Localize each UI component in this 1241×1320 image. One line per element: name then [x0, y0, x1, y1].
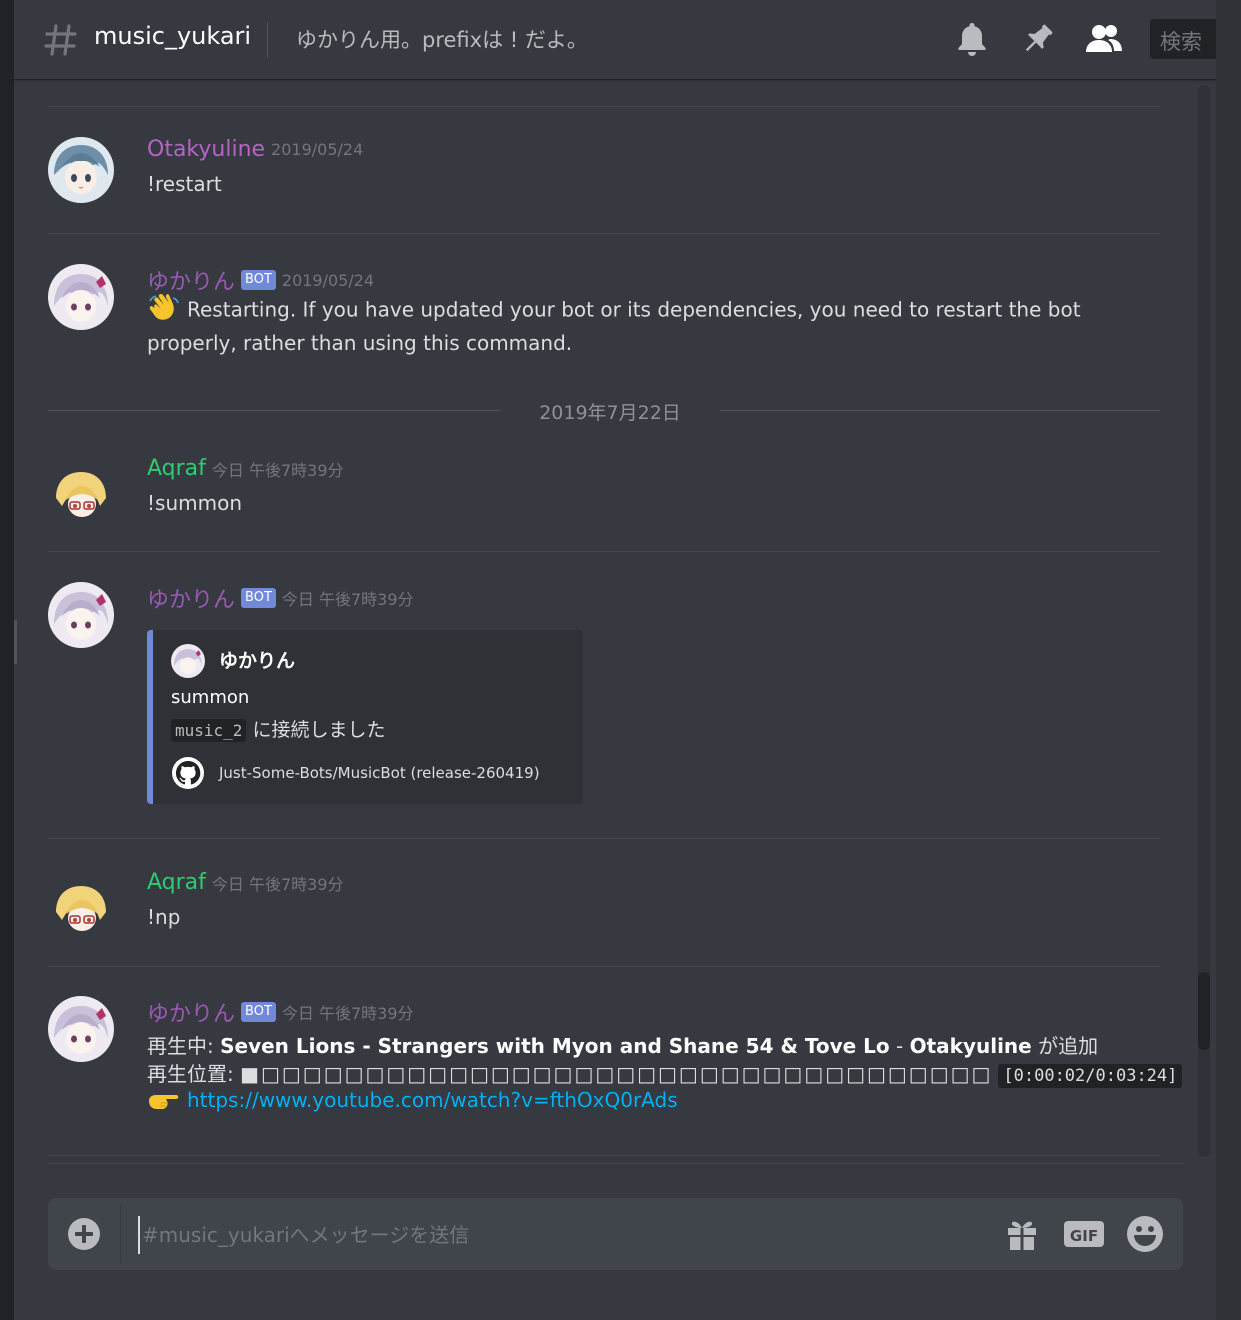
avatar[interactable]	[48, 264, 114, 330]
right-edge-panel	[1216, 0, 1241, 1320]
message-separator	[48, 966, 1160, 967]
progress-bar: ■□□□□□□□□□□□□□□□□□□□□□□□□□□□□□□□□□□□	[240, 1062, 993, 1086]
message-content: !summon	[147, 491, 242, 515]
emoji-icon[interactable]	[1125, 1214, 1165, 1254]
message-separator	[48, 1155, 1160, 1156]
bell-icon[interactable]	[954, 20, 990, 58]
embed: ゆかりん summon music_2 に接続しました Just-Some-Bo…	[147, 630, 583, 804]
message-content: Restarting. If you have updated your bot…	[147, 294, 1127, 359]
channel-name: music_yukari	[94, 22, 252, 50]
embed-author-avatar	[171, 644, 205, 678]
pin-icon[interactable]	[1020, 20, 1056, 58]
message-header: Otakyuline 2019/05/24	[147, 137, 363, 162]
date-divider-label: 2019年7月22日	[539, 402, 681, 424]
message-header: Aqraf 今日 午後7時39分	[147, 456, 344, 481]
message-content: !restart	[147, 172, 222, 196]
playback-position-line: 再生位置: ■□□□□□□□□□□□□□□□□□□□□□□□□□□□□□□□□□…	[147, 1058, 1183, 1088]
date-divider-line	[48, 410, 500, 411]
message-separator	[48, 233, 1160, 234]
track-separator: -	[889, 1034, 910, 1058]
inline-code: music_2	[171, 719, 247, 742]
timestamp: 今日 午後7時39分	[211, 874, 344, 894]
youtube-link[interactable]: https://www.youtube.com/watch?v=fthOxQ0r…	[187, 1088, 678, 1112]
track-title: Seven Lions - Strangers with Myon and Sh…	[220, 1034, 890, 1058]
embed-title: summon	[171, 687, 250, 708]
embed-footer: Just-Some-Bots/MusicBot (release-260419)	[219, 764, 540, 782]
channel-header: music_yukari ゆかりん用。prefixは ! だよ。 検索	[14, 0, 1216, 80]
message-separator	[48, 106, 1160, 107]
avatar[interactable]	[48, 137, 114, 203]
timestamp: 今日 午後7時39分	[211, 460, 344, 480]
avatar[interactable]	[48, 582, 114, 648]
link-line: https://www.youtube.com/watch?v=fthOxQ0r…	[147, 1088, 678, 1115]
message: Aqraf 今日 午後7時39分 !summon	[14, 456, 1194, 556]
username[interactable]: ゆかりん	[147, 1002, 235, 1027]
username[interactable]: ゆかりん	[147, 588, 235, 613]
timestamp: 今日 午後7時39分	[281, 1004, 414, 1023]
composer-divider	[48, 1163, 1184, 1164]
now-playing-label: 再生中:	[147, 1034, 221, 1058]
members-icon[interactable]	[1084, 20, 1124, 58]
avatar[interactable]	[48, 996, 114, 1062]
username[interactable]: Aqraf	[147, 456, 206, 481]
gif-icon[interactable]: GIF	[1063, 1214, 1105, 1254]
timestamp: 2019/05/24	[281, 270, 375, 290]
date-divider-line	[720, 410, 1160, 411]
message: ゆかりん BOT 今日 午後7時39分 再生中: Seven Lions - Str…	[14, 996, 1194, 1156]
search-placeholder: 検索	[1160, 30, 1202, 54]
message-input[interactable]	[138, 1216, 984, 1254]
message-composer: GIF	[48, 1198, 1183, 1270]
gift-icon[interactable]	[1004, 1214, 1040, 1254]
added-suffix: が追加	[1031, 1034, 1099, 1058]
message: ゆかりん BOT 2019/05/24 Restarting. If you hav…	[14, 264, 1194, 384]
date-divider: 2019年7月22日	[48, 398, 1160, 424]
added-by-user: Otakyuline	[909, 1034, 1032, 1058]
attach-icon[interactable]	[66, 1216, 102, 1252]
username[interactable]: ゆかりん	[147, 270, 235, 295]
message-header: ゆかりん BOT 2019/05/24	[147, 264, 374, 296]
message-header: ゆかりん BOT 今日 午後7時39分	[147, 582, 414, 614]
message-header: ゆかりん BOT 今日 午後7時39分	[147, 996, 414, 1028]
embed-description: music_2 に接続しました	[171, 715, 386, 742]
position-label: 再生位置:	[147, 1062, 241, 1086]
message-list[interactable]: Otakyuline 2019/05/24 !restart ゆかりん BOT 201…	[14, 80, 1194, 1165]
composer-divider-vertical	[120, 1206, 121, 1262]
username[interactable]: Aqraf	[147, 870, 206, 895]
message-header: Aqraf 今日 午後7時39分	[147, 870, 344, 895]
hash-icon	[44, 24, 77, 56]
wave-icon	[149, 294, 179, 320]
channel-topic: ゆかりん用。prefixは ! だよ。	[296, 28, 588, 52]
message-separator	[48, 838, 1160, 839]
message: Aqraf 今日 午後7時39分 !np	[14, 870, 1194, 970]
bot-badge: BOT	[241, 270, 276, 290]
timestamp: 今日 午後7時39分	[281, 590, 414, 609]
timestamp: 2019/05/24	[271, 140, 364, 159]
bot-badge: BOT	[241, 1002, 276, 1022]
app-window: music_yukari ゆかりん用。prefixは ! だよ。 検索 Otak…	[14, 0, 1216, 1320]
avatar[interactable]	[48, 876, 114, 942]
embed-description-text: に接続しました	[252, 719, 386, 741]
message: ゆかりん BOT 今日 午後7時39分 ゆかりん summon music_2 に接…	[14, 582, 1194, 812]
restart-message-text: Restarting. If you have updated your bot…	[147, 297, 1081, 356]
scrollbar-thumb[interactable]	[1198, 972, 1210, 1050]
embed-author[interactable]: ゆかりん	[219, 646, 295, 673]
message-content: !np	[147, 905, 181, 929]
search-box[interactable]: 検索	[1150, 19, 1216, 59]
message: Otakyuline 2019/05/24 !restart	[14, 137, 1194, 237]
username[interactable]: Otakyuline	[147, 137, 265, 162]
svg-text:GIF: GIF	[1070, 1227, 1098, 1245]
github-icon	[172, 757, 204, 789]
avatar[interactable]	[48, 462, 114, 528]
point-icon	[149, 1094, 179, 1109]
time-code: [0:00:02/0:03:24]	[998, 1064, 1183, 1088]
now-playing-line: 再生中: Seven Lions - Strangers with Myon a…	[147, 1030, 1098, 1059]
header-divider	[267, 22, 268, 58]
message-separator	[48, 551, 1160, 552]
bot-badge: BOT	[241, 588, 276, 608]
